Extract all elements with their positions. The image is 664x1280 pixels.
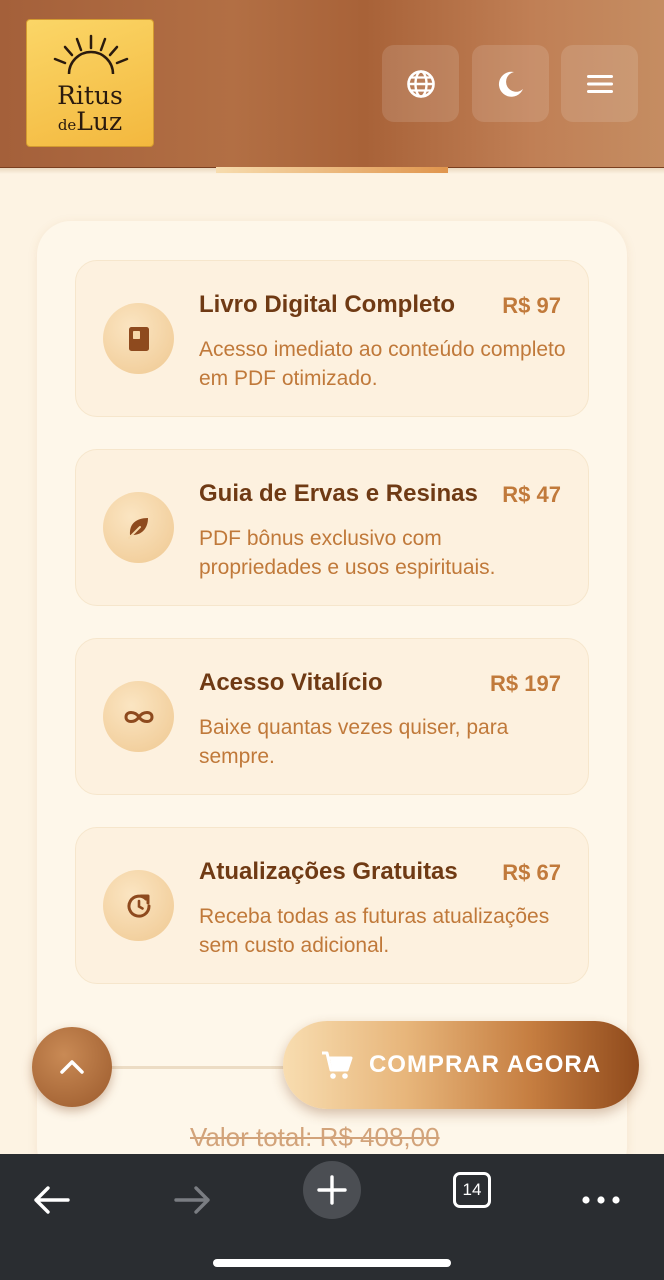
offer-item: Atualizações Gratuitas R$ 67 Receba toda… [75,827,589,984]
moon-icon [498,71,523,97]
buy-now-button[interactable]: COMPRAR AGORA [283,1021,639,1109]
refresh-icon [127,894,151,918]
item-icon-wrap [103,681,174,752]
item-price: R$ 47 [502,482,561,507]
cart-icon [321,1051,353,1079]
sun-icon [53,34,129,75]
forward-button[interactable] [170,1164,216,1236]
language-button[interactable] [382,45,459,122]
offer-item: Acesso Vitalício R$ 197 Baixe quantas ve… [75,638,589,795]
item-price: R$ 67 [502,860,561,885]
item-icon-wrap [103,870,174,941]
logo-title: Ritus [57,81,123,110]
leaf-icon [127,517,148,539]
back-button[interactable] [28,1164,74,1236]
logo-sub-large: Luz [76,107,123,136]
logo-subtitle: deLuz [58,109,122,138]
active-tab-indicator [216,167,448,173]
buy-now-label: COMPRAR AGORA [368,1051,602,1078]
scroll-top-button[interactable] [32,1027,112,1107]
offer-item: Livro Digital Completo R$ 97 Acesso imed… [75,260,589,417]
logo-sub-small: de [57,116,77,134]
new-tab-button[interactable] [303,1161,361,1219]
section-divider [110,1066,290,1069]
item-description: Acesso imediato ao conteúdo completo em … [199,338,566,390]
item-title: Acesso Vitalício [199,669,383,696]
item-title: Livro Digital Completo [199,291,456,318]
tab-switcher-button[interactable]: 14 [453,1172,491,1208]
item-description: Baixe quantas vezes quiser, para sempre. [199,716,509,768]
brand-logo[interactable]: Ritus deLuz [26,19,154,147]
more-dots-icon [582,1196,620,1204]
infinity-icon [123,710,154,723]
theme-toggle-button[interactable] [472,45,549,122]
globe-icon [406,69,435,98]
item-description: PDF bônus exclusivo com propriedades e u… [199,527,496,579]
home-indicator [213,1259,451,1267]
item-price: R$ 97 [502,293,561,318]
item-description: Receba todas as futuras atualizações sem… [199,905,550,957]
item-icon-wrap [103,492,174,563]
offer-item: Guia de Ervas e Resinas R$ 47 PDF bônus … [75,449,589,606]
item-title: Guia de Ervas e Resinas [199,480,478,507]
item-icon-wrap [103,303,174,374]
menu-button[interactable] [561,45,638,122]
item-price: R$ 197 [490,671,561,696]
chevron-up-icon [60,1060,84,1074]
more-options-button[interactable] [580,1164,622,1236]
total-value: Valor total: R$ 408,00 [190,1122,440,1152]
item-title: Atualizações Gratuitas [199,858,458,885]
arrow-right-icon [174,1186,210,1214]
plus-icon [317,1175,347,1205]
menu-icon [586,74,613,93]
arrow-left-icon [34,1186,70,1214]
book-icon [128,326,149,351]
app-header: Ritus deLuz [0,0,664,168]
